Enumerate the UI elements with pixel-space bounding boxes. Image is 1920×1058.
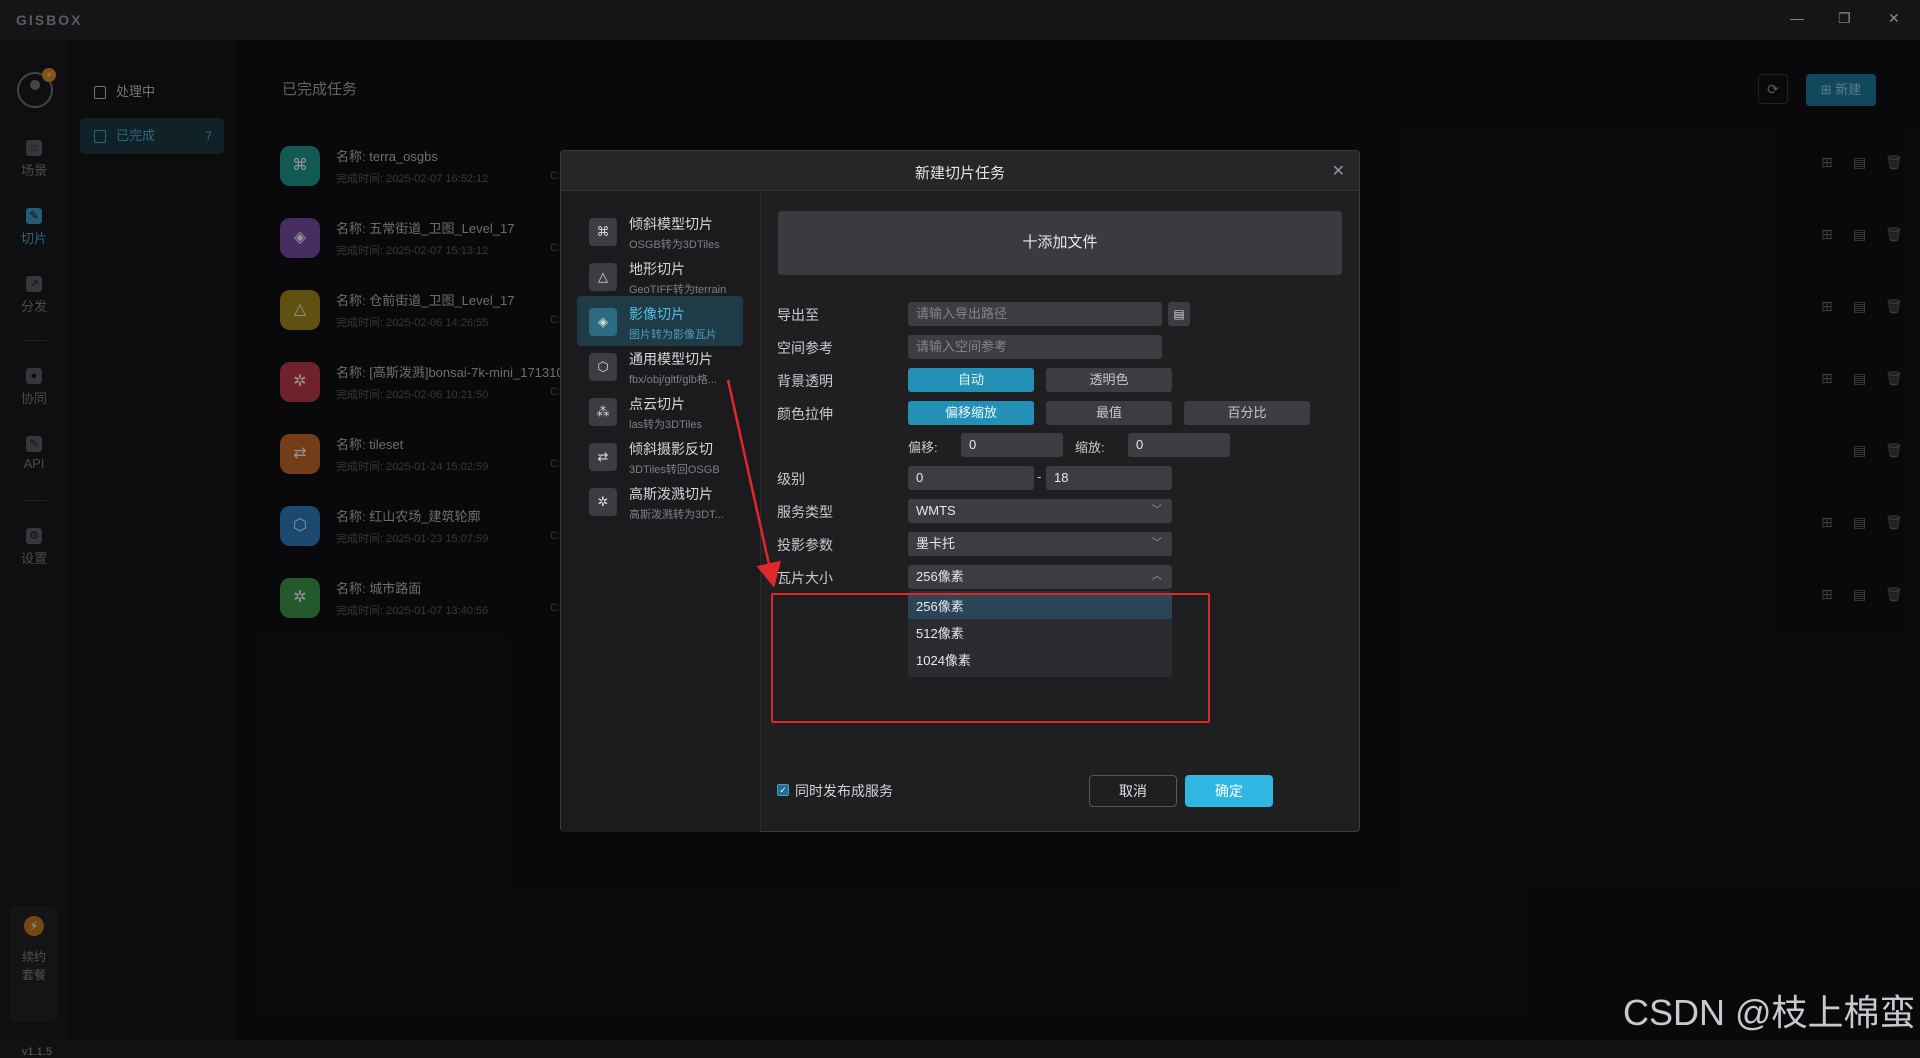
level-max-input[interactable]: 18 <box>1046 466 1172 490</box>
cancel-button[interactable]: 取消 <box>1089 775 1177 807</box>
ok-button[interactable]: 确定 <box>1185 775 1273 807</box>
stretch-label: 颜色拉伸 <box>777 406 833 422</box>
srs-input[interactable]: 请输入空间参考 <box>908 335 1162 359</box>
tile-size-dropdown: 256像素 512像素 1024像素 <box>908 591 1172 677</box>
chevron-down-icon: ﹀ <box>1152 505 1162 516</box>
imagery-icon: ◈ <box>589 308 617 336</box>
tile-size-option-1024[interactable]: 1024像素 <box>908 649 1172 673</box>
type-oblique-model[interactable]: ⌘ 倾斜模型切片 OSGB转为3DTiles <box>577 206 743 256</box>
type-gaussian-splat[interactable]: ✲ 高斯泼溅切片 高斯泼溅转为3DT... <box>577 476 743 526</box>
tile-size-option-512[interactable]: 512像素 <box>908 622 1172 646</box>
stretch-minmax-option[interactable]: 最值 <box>1046 401 1172 425</box>
chevron-down-icon: ﹀ <box>1152 538 1162 549</box>
minimize-icon[interactable]: — <box>1790 10 1804 26</box>
bg-transparent-label: 背景透明 <box>777 373 833 389</box>
dialog-title: 新建切片任务 <box>914 165 1005 182</box>
close-window-icon[interactable]: ✕ <box>1888 10 1900 27</box>
level-separator: - <box>1037 469 1042 484</box>
task-form: 十添加文件 导出至 请输入导出路径 ▤ 空间参考 请输入空间参考 背景透明 自动… <box>761 192 1359 832</box>
tile-size-label: 瓦片大小 <box>777 570 833 586</box>
cube-icon: ⬡ <box>589 353 617 381</box>
dialog-header: 新建切片任务 ✕ <box>561 151 1359 191</box>
offset-input[interactable]: 0 <box>961 433 1063 457</box>
offset-label: 偏移: <box>908 440 938 455</box>
watermark: CSDN @枝上棉蛮 <box>1623 992 1916 1033</box>
app-logo: GISBOX <box>16 12 83 28</box>
publish-label: 同时发布成服务 <box>795 783 893 799</box>
srs-label: 空间参考 <box>777 340 833 356</box>
level-min-input[interactable]: 0 <box>908 466 1034 490</box>
maximize-icon[interactable]: ❐ <box>1838 10 1851 27</box>
tile-size-option-256[interactable]: 256像素 <box>908 595 1172 619</box>
reverse-icon: ⇄ <box>589 443 617 471</box>
add-file-button[interactable]: 十添加文件 <box>778 211 1342 275</box>
bg-auto-option[interactable]: 自动 <box>908 368 1034 392</box>
type-point-cloud[interactable]: ⁂ 点云切片 las转为3DTiles <box>577 386 743 436</box>
title-bar: GISBOX — ❐ ✕ <box>0 0 1920 40</box>
service-type-label: 服务类型 <box>777 504 833 520</box>
type-imagery[interactable]: ◈ 影像切片 图片转为影像瓦片 <box>577 296 743 346</box>
scale-label: 缩放: <box>1075 440 1105 455</box>
publish-checkbox[interactable]: ✓ <box>777 784 789 796</box>
mountain-icon: △ <box>589 263 617 291</box>
point-cloud-icon: ⁂ <box>589 398 617 426</box>
oblique-model-icon: ⌘ <box>589 218 617 246</box>
splat-icon: ✲ <box>589 488 617 516</box>
close-icon[interactable]: ✕ <box>1332 161 1345 181</box>
scale-input[interactable]: 0 <box>1128 433 1230 457</box>
stretch-percent-option[interactable]: 百分比 <box>1184 401 1310 425</box>
bg-transparent-color-option[interactable]: 透明色 <box>1046 368 1172 392</box>
level-label: 级别 <box>777 471 805 487</box>
projection-label: 投影参数 <box>777 537 833 553</box>
version-label: v1.1.5 <box>22 1046 52 1058</box>
folder-browse-icon[interactable]: ▤ <box>1168 302 1190 326</box>
export-label: 导出至 <box>777 307 819 323</box>
export-path-input[interactable]: 请输入导出路径 <box>908 302 1162 326</box>
new-tile-task-dialog: 新建切片任务 ✕ ⌘ 倾斜模型切片 OSGB转为3DTiles △ 地形切片 GeoTI… <box>560 150 1360 832</box>
type-terrain[interactable]: △ 地形切片 GeoTIFF转为terrain <box>577 251 743 301</box>
tile-size-select[interactable]: 256像素 ︿ <box>908 565 1172 589</box>
tile-type-list: ⌘ 倾斜模型切片 OSGB转为3DTiles △ 地形切片 GeoTIFF转为terra… <box>561 192 761 832</box>
type-oblique-reverse[interactable]: ⇄ 倾斜摄影反切 3DTiles转回OSGB <box>577 431 743 481</box>
service-type-select[interactable]: WMTS ﹀ <box>908 499 1172 523</box>
chevron-up-icon: ︿ <box>1152 571 1162 582</box>
stretch-offset-scale-option[interactable]: 偏移缩放 <box>908 401 1034 425</box>
type-general-model[interactable]: ⬡ 通用模型切片 fbx/obj/gltf/glb格... <box>577 341 743 391</box>
projection-select[interactable]: 墨卡托 ﹀ <box>908 532 1172 556</box>
